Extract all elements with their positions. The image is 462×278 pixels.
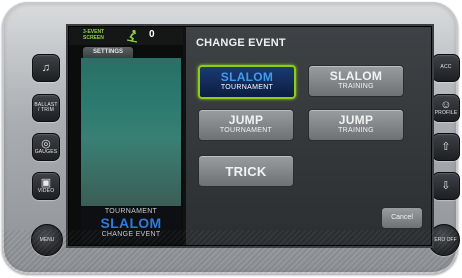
option-line2: TOURNAMENT <box>219 127 273 134</box>
screen-label: 3-EVENT SCREEN <box>83 29 104 41</box>
jump-training-button[interactable]: JUMP TRAINING <box>308 109 404 141</box>
gauges-button[interactable]: ◎ GAUGES <box>32 133 60 161</box>
arrow-up-button[interactable]: ⇧ <box>432 133 460 161</box>
ballast-icon: BALLAST / TRIM <box>34 101 58 113</box>
skier-icon <box>126 29 138 43</box>
arrow-down-icon: ⇩ <box>441 179 451 192</box>
settings-tab[interactable]: SETTINGS <box>83 47 133 58</box>
music-button[interactable]: ♫ <box>32 54 60 82</box>
gauges-label: GAUGES <box>34 148 58 155</box>
profile-label: PROFILE <box>434 109 458 116</box>
arrow-down-button[interactable]: ⇩ <box>432 172 460 200</box>
lcd-screen: 3-EVENT SCREEN 0 SETTINGS TOURNAMENT SLA… <box>68 26 432 246</box>
option-line2: TOURNAMENT <box>220 84 274 91</box>
mode-line2: SLALOM <box>100 215 162 231</box>
acc-button[interactable]: ACC <box>432 54 460 82</box>
option-line1: SLALOM <box>329 69 383 83</box>
dialog-title: CHANGE EVENT <box>196 37 286 49</box>
jump-tournament-button[interactable]: JUMP TOURNAMENT <box>198 109 294 141</box>
zero-off-button[interactable]: ZERO OFF <box>428 224 460 256</box>
option-line2: TRAINING <box>338 127 374 134</box>
arrow-up-icon: ⇧ <box>441 140 451 153</box>
status-bar: 3-EVENT SCREEN 0 <box>69 27 183 45</box>
video-label: VIDEO <box>37 187 55 194</box>
ballast-trim-button[interactable]: BALLAST / TRIM <box>32 94 60 122</box>
screen-label-line2: SCREEN <box>83 35 104 41</box>
mode-line3: CHANGE EVENT <box>101 231 161 238</box>
acc-icon: ACC <box>440 64 452 71</box>
profile-button[interactable]: ☺ PROFILE <box>432 94 460 122</box>
slalom-training-button[interactable]: SLALOM TRAINING <box>308 65 404 97</box>
change-event-dialog: CHANGE EVENT SLALOM TOURNAMENT SLALOM TR… <box>186 27 431 245</box>
option-line2: TRAINING <box>338 83 374 90</box>
menu-label: MENU <box>39 237 55 243</box>
menu-button[interactable]: MENU <box>31 224 63 256</box>
option-line1: TRICK <box>225 164 267 179</box>
mode-line1: TOURNAMENT <box>104 208 158 215</box>
left-panel: 3-EVENT SCREEN 0 SETTINGS TOURNAMENT SLA… <box>69 27 183 245</box>
music-note-icon: ♫ <box>41 61 51 74</box>
zero-off-label: ZERO OFF <box>431 237 457 243</box>
camera-view <box>81 58 181 206</box>
video-button[interactable]: ▣ VIDEO <box>32 172 60 200</box>
option-line1: JUMP <box>228 113 264 127</box>
trick-button[interactable]: TRICK <box>198 155 294 187</box>
slalom-tournament-button[interactable]: SLALOM TOURNAMENT <box>198 65 296 99</box>
display-bezel: ♫ BALLAST / TRIM ◎ GAUGES ▣ VIDEO MENU A… <box>2 2 460 274</box>
current-mode: TOURNAMENT SLALOM CHANGE EVENT <box>81 207 181 243</box>
skier-count: 0 <box>149 29 155 40</box>
cancel-button[interactable]: Cancel <box>381 207 423 229</box>
option-line1: JUMP <box>338 113 374 127</box>
option-line1: SLALOM <box>220 70 274 84</box>
